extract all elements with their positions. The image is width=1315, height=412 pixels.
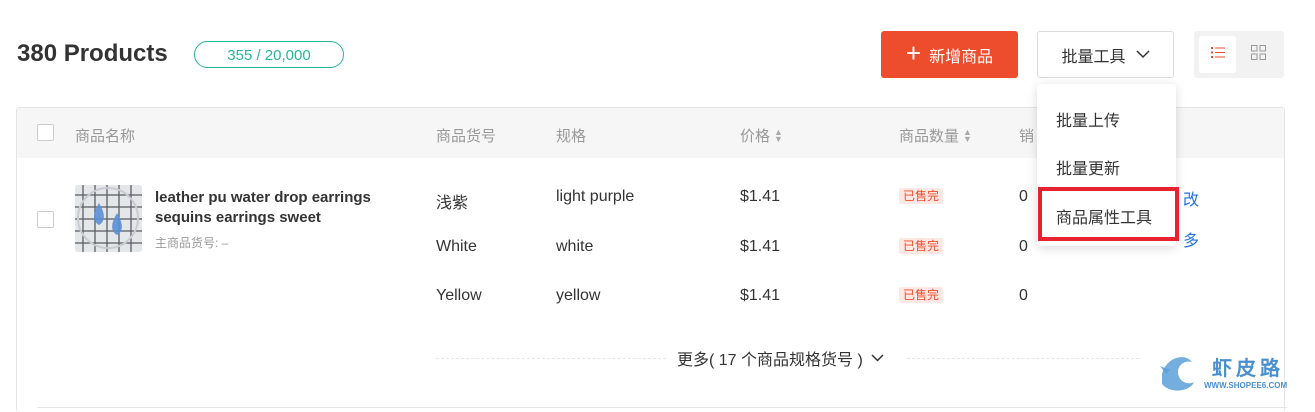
variant-price: $1.41 bbox=[740, 238, 781, 255]
header-price-label: 价格 bbox=[740, 128, 771, 145]
grid-view-button[interactable] bbox=[1240, 36, 1277, 73]
row-checkbox[interactable] bbox=[37, 211, 54, 228]
header-spec: 规格 bbox=[556, 128, 587, 145]
more-action-link[interactable]: 多 bbox=[1183, 227, 1199, 251]
variant-spec: yellow bbox=[556, 287, 601, 304]
page-title: 380 Products bbox=[17, 40, 168, 67]
batch-tools-label: 批量工具 bbox=[1061, 48, 1126, 66]
variant-sku: White bbox=[436, 238, 477, 255]
sort-icon: ▲ ▼ bbox=[963, 126, 972, 144]
variant-sku: Yellow bbox=[436, 287, 482, 304]
edit-action-link[interactable]: 改 bbox=[1183, 186, 1199, 210]
row-divider bbox=[37, 407, 1287, 408]
plus-icon: + bbox=[905, 38, 922, 68]
sold-out-badge: 已售完 bbox=[899, 188, 944, 204]
add-product-label: 新增商品 bbox=[929, 48, 994, 66]
product-name-link[interactable]: leather pu water drop earrings sequins e… bbox=[155, 188, 420, 228]
more-variants-label: 更多( 17 个商品规格货号 ) bbox=[677, 352, 863, 369]
header-price[interactable]: 价格 ▲ ▼ bbox=[740, 125, 783, 146]
view-toggle bbox=[1194, 31, 1284, 78]
variant-sku: 浅紫 bbox=[436, 195, 469, 212]
sold-out-badge: 已售完 bbox=[899, 287, 944, 303]
more-variants-toggle[interactable]: 更多( 17 个商品规格货号 ) bbox=[677, 346, 884, 370]
header-product-name: 商品名称 bbox=[75, 128, 136, 145]
variant-sales: 0 bbox=[1019, 238, 1028, 255]
batch-tools-button[interactable]: 批量工具 bbox=[1037, 31, 1174, 78]
watermark: 虾皮路 WWW.SHOPEE6.COM bbox=[1156, 348, 1306, 398]
menu-item-batch-update[interactable]: 批量更新 bbox=[1056, 155, 1120, 179]
product-image bbox=[75, 185, 142, 252]
select-all-checkbox[interactable] bbox=[37, 124, 54, 141]
product-thumbnail[interactable] bbox=[75, 185, 142, 252]
chevron-down-icon bbox=[871, 349, 884, 367]
list-icon bbox=[1210, 46, 1225, 64]
header-sales: 销 bbox=[1019, 128, 1035, 145]
divider bbox=[436, 358, 666, 359]
variant-sales: 0 bbox=[1019, 188, 1028, 205]
add-product-button[interactable]: + 新增商品 bbox=[881, 31, 1018, 78]
list-view-button[interactable] bbox=[1199, 36, 1236, 73]
header-sku: 商品货号 bbox=[436, 128, 497, 145]
product-quota-badge: 355 / 20,000 bbox=[194, 41, 344, 68]
grid-icon bbox=[1251, 44, 1266, 65]
main-sku: 主商品货号: – bbox=[155, 236, 229, 250]
variant-price: $1.41 bbox=[740, 287, 781, 304]
menu-item-batch-upload[interactable]: 批量上传 bbox=[1056, 107, 1120, 131]
variant-price: $1.41 bbox=[740, 188, 781, 205]
chevron-down-icon bbox=[1135, 46, 1150, 64]
watermark-url: WWW.SHOPEE6.COM bbox=[1204, 381, 1288, 390]
highlight-box bbox=[1038, 187, 1179, 241]
sort-icon: ▲ ▼ bbox=[774, 126, 783, 144]
variant-spec: light purple bbox=[556, 188, 635, 205]
header-stock-label: 商品数量 bbox=[899, 128, 960, 145]
header-stock[interactable]: 商品数量 ▲ ▼ bbox=[899, 125, 972, 146]
sold-out-badge: 已售完 bbox=[899, 238, 944, 254]
variant-sales: 0 bbox=[1019, 287, 1028, 304]
divider bbox=[907, 358, 1139, 359]
variant-spec: white bbox=[556, 238, 594, 255]
watermark-text: 虾皮路 bbox=[1212, 358, 1284, 380]
